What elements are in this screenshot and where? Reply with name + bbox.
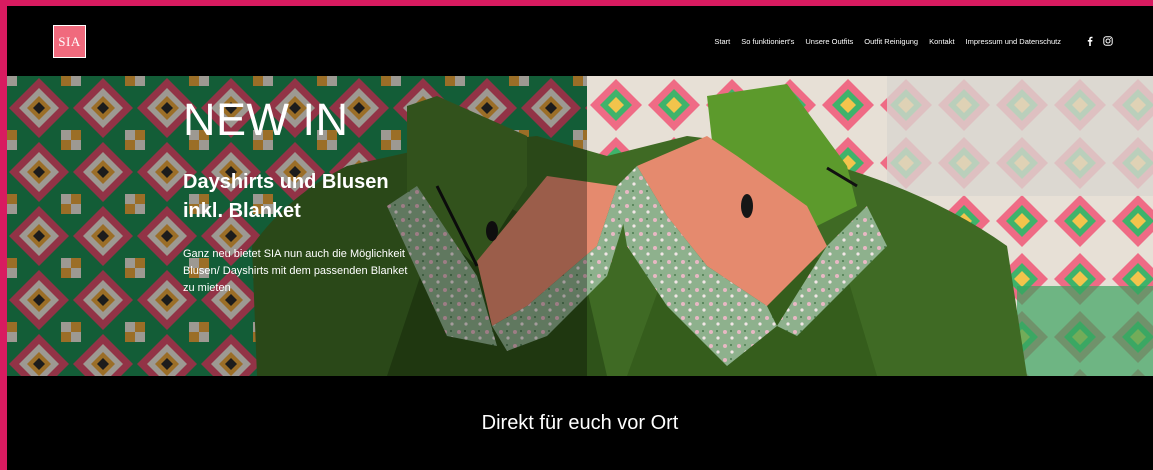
page-frame: SIA Start So funktioniert's Unsere Outfi… — [7, 6, 1153, 470]
nav-start[interactable]: Start — [714, 37, 730, 46]
site-header: SIA Start So funktioniert's Unsere Outfi… — [7, 6, 1153, 76]
hero-banner: NEW IN Dayshirts und Blusen inkl. Blanke… — [7, 76, 1153, 376]
instagram-icon[interactable] — [1103, 36, 1113, 46]
facebook-icon[interactable] — [1085, 36, 1095, 46]
section-title: Direkt für euch vor Ort — [481, 412, 679, 434]
hero-description: Ganz neu bietet SIA nun auch die Möglich… — [183, 248, 408, 294]
logo-text: SIA — [58, 33, 81, 49]
logo[interactable]: SIA — [53, 25, 86, 58]
nav-unsere-outfits[interactable]: Unsere Outfits — [805, 37, 853, 46]
hero-title: NEW IN — [183, 94, 349, 145]
social-links — [1077, 36, 1113, 46]
nav-impressum[interactable]: Impressum und Datenschutz — [966, 37, 1061, 46]
nav-kontakt[interactable]: Kontakt — [929, 37, 954, 46]
main-nav: Start So funktioniert's Unsere Outfits O… — [703, 36, 1113, 46]
hero-subtitle: Dayshirts und Blusen inkl. Blanket — [183, 171, 389, 222]
info-section: Direkt für euch vor Ort — [7, 376, 1153, 470]
nav-so-funktionierts[interactable]: So funktioniert's — [741, 37, 794, 46]
nav-outfit-reinigung[interactable]: Outfit Reinigung — [864, 37, 918, 46]
